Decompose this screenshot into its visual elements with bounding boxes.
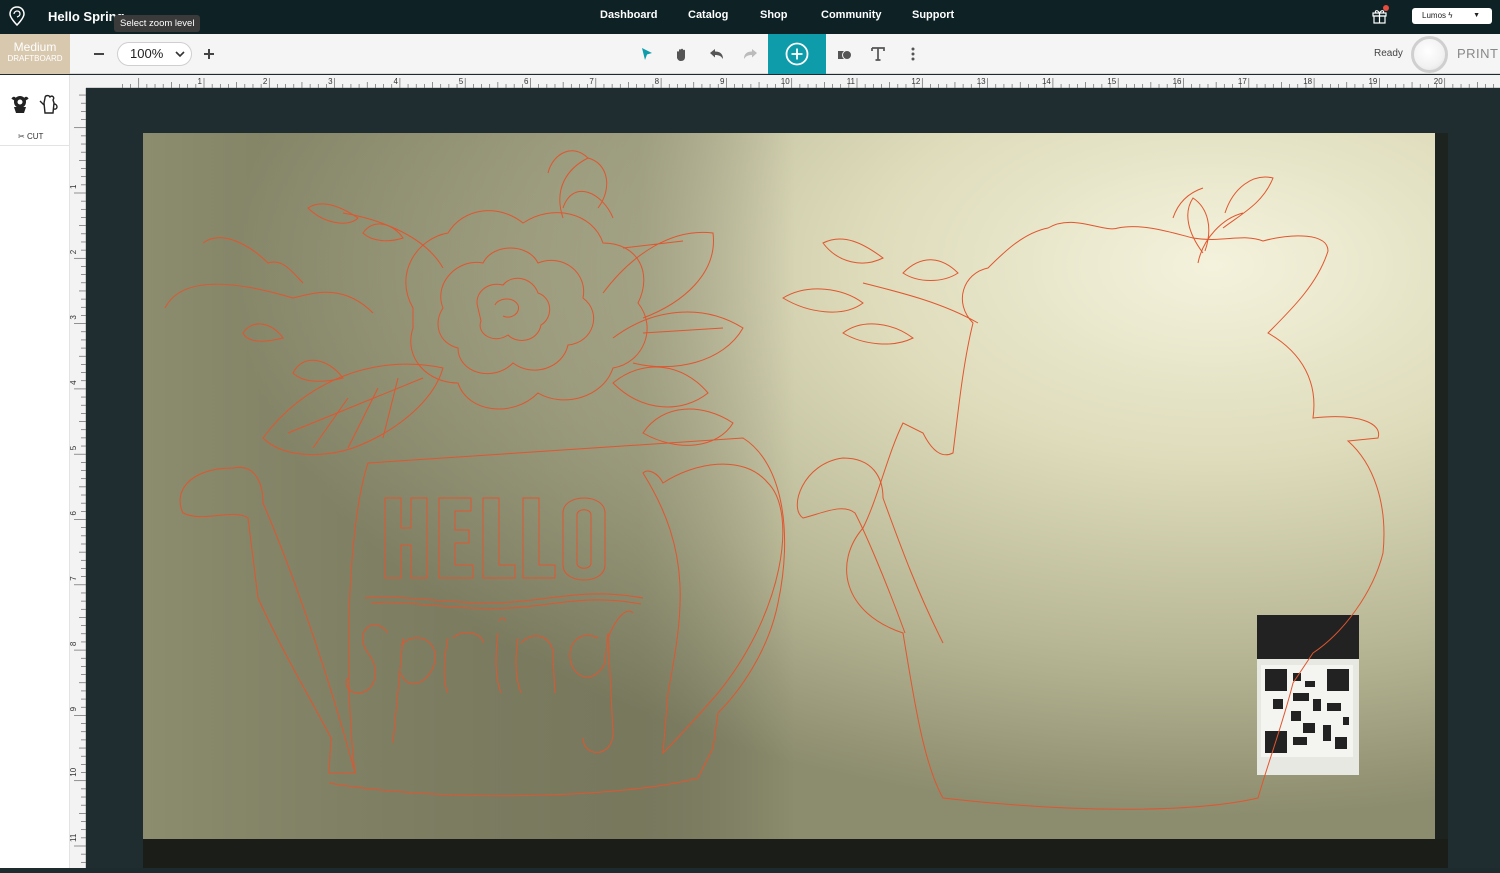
undo-icon — [709, 48, 723, 59]
nav-support[interactable]: Support — [912, 9, 954, 21]
ruler-label: 19 — [1368, 77, 1377, 86]
ruler-label: 9 — [720, 77, 725, 86]
shapes-button[interactable] — [833, 34, 855, 74]
ruler-label: 6 — [70, 511, 78, 516]
glowforge-logo-icon[interactable] — [8, 6, 26, 26]
ruler-label: 11 — [70, 833, 78, 842]
cut-label: CUT — [26, 132, 44, 141]
ruler-label: 7 — [589, 77, 594, 86]
ruler-label: 5 — [70, 445, 78, 450]
ruler-label: 18 — [1303, 77, 1312, 86]
ruler-label: 16 — [1173, 77, 1182, 86]
zoom-out-button[interactable] — [88, 34, 110, 74]
select-tool-button[interactable] — [636, 34, 658, 74]
undo-button[interactable] — [705, 34, 727, 74]
ruler-label: 7 — [70, 576, 78, 581]
bed-camera-view[interactable] — [143, 133, 1448, 868]
bed-bottom-edge — [143, 839, 1448, 868]
ruler-label: 6 — [524, 77, 529, 86]
material-name: Medium — [13, 40, 57, 54]
ruler-label: 4 — [70, 380, 78, 385]
lightning-bolt-icon: ϟ — [1448, 11, 1453, 20]
text-tool-button[interactable] — [867, 34, 889, 74]
ruler-label: 8 — [655, 77, 660, 86]
shapes-icon — [837, 49, 852, 60]
pan-tool-button[interactable] — [670, 34, 692, 74]
cut-operation[interactable]: ✂ CUT — [18, 132, 43, 141]
ruler-label: 11 — [847, 77, 856, 86]
ruler-label: 4 — [393, 77, 398, 86]
nav-shop[interactable]: Shop — [760, 9, 788, 21]
ruler-label: 3 — [70, 315, 78, 320]
status-text: Ready — [1374, 48, 1403, 59]
zoom-value: 100% — [130, 46, 164, 61]
top-nav-bar: Hello Spring Select zoom level Dashboard… — [0, 0, 1500, 34]
ruler-label: 5 — [459, 77, 464, 86]
panel-divider — [0, 145, 70, 146]
plus-icon — [204, 49, 214, 59]
watering-can-thumbnail[interactable] — [38, 93, 60, 115]
lighting-shadow — [143, 133, 1448, 868]
material-type: DRAFTBOARD — [7, 54, 63, 63]
zoom-select[interactable]: 100% — [117, 42, 192, 66]
add-icon — [785, 42, 809, 66]
print-label[interactable]: PRINT — [1457, 46, 1499, 61]
toolbar: Medium DRAFTBOARD 100% Ready PRINT — [0, 34, 1500, 74]
pointer-icon — [642, 48, 652, 60]
ruler-label: 9 — [70, 706, 78, 711]
more-icon — [911, 47, 915, 61]
nav-dashboard[interactable]: Dashboard — [600, 9, 657, 21]
ruler-label: 20 — [1434, 77, 1443, 86]
horizontal-ruler-ticks: 1 2 3 4 5 6 7 8 9 10 11 12 13 14 15 16 17 18 19 20 — [122, 77, 1495, 88]
text-icon — [871, 47, 885, 61]
ruler-label: 8 — [70, 641, 78, 646]
ruler-label: 14 — [1042, 77, 1051, 86]
board-edge-right — [1435, 133, 1448, 868]
flower-bouquet-thumbnail[interactable] — [9, 93, 31, 115]
notification-dot — [1383, 5, 1389, 11]
caret-down-icon: ▼ — [1473, 12, 1480, 19]
account-label: Lumos — [1422, 11, 1447, 20]
vertical-ruler-ticks: 1 2 3 4 5 6 7 8 9 10 11 — [69, 94, 86, 863]
vertical-ruler: 1 2 3 4 5 6 7 8 9 10 11 — [69, 88, 86, 868]
ruler-label: 1 — [70, 184, 78, 189]
ruler-label: 10 — [781, 77, 790, 86]
redo-button[interactable] — [739, 34, 761, 74]
print-button[interactable] — [1411, 36, 1448, 73]
account-menu[interactable]: Lumos ϟ ▼ — [1412, 8, 1492, 24]
ruler-label: 2 — [70, 249, 78, 254]
ruler-label: 1 — [198, 77, 203, 86]
hand-icon — [676, 48, 685, 61]
design-panel: ✂ CUT — [0, 75, 70, 868]
ruler-label: 12 — [911, 77, 920, 86]
material-selector[interactable]: Medium DRAFTBOARD — [0, 34, 70, 74]
horizontal-ruler: 1 2 3 4 5 6 7 8 9 10 11 12 13 14 15 16 17 18 19 20 — [86, 75, 1500, 88]
zoom-in-button[interactable] — [198, 34, 220, 74]
nav-catalog[interactable]: Catalog — [688, 9, 728, 21]
ruler-label: 10 — [70, 767, 78, 776]
minus-icon — [94, 53, 104, 55]
ruler-label: 17 — [1238, 77, 1247, 86]
redo-icon — [743, 48, 757, 59]
ruler-label: 2 — [263, 77, 268, 86]
nav-community[interactable]: Community — [821, 9, 882, 21]
ruler-label: 15 — [1107, 77, 1116, 86]
ruler-corner — [70, 75, 86, 88]
chevron-down-icon — [175, 51, 185, 58]
zoom-tooltip: Select zoom level — [114, 15, 201, 32]
ruler-label: 3 — [328, 77, 333, 86]
scissors-icon: ✂ — [18, 132, 25, 141]
ruler-label: 13 — [977, 77, 986, 86]
more-options-button[interactable] — [902, 34, 924, 74]
add-design-button[interactable] — [768, 34, 826, 74]
